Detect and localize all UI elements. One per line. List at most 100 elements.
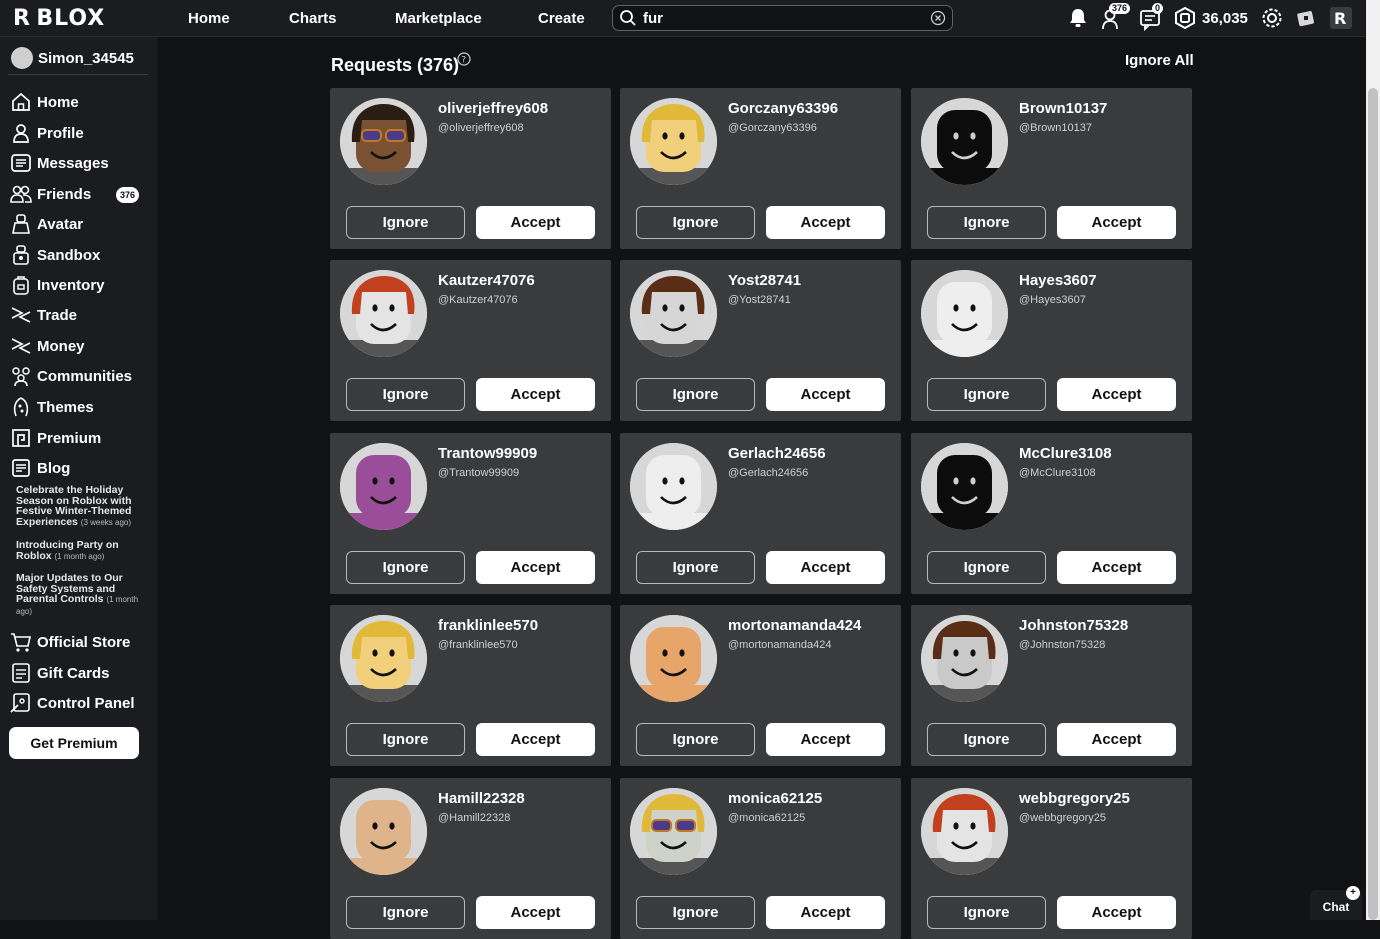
settings-gear-icon[interactable]: [1260, 6, 1284, 30]
sidebar-item-home[interactable]: Home: [10, 90, 79, 114]
ignore-button[interactable]: Ignore: [927, 723, 1046, 756]
accept-button[interactable]: Accept: [1057, 378, 1176, 411]
accept-button[interactable]: Accept: [476, 378, 595, 411]
avatar[interactable]: [630, 615, 717, 702]
page-scrollbar[interactable]: [1366, 0, 1380, 920]
sidebar-item-inventory[interactable]: Inventory: [10, 273, 105, 297]
accept-button[interactable]: Accept: [766, 723, 885, 756]
clear-search-icon[interactable]: [930, 10, 946, 26]
ignore-button[interactable]: Ignore: [346, 206, 465, 239]
request-display-name[interactable]: McClure3108: [1019, 445, 1112, 462]
avatar[interactable]: [921, 788, 1008, 875]
ignore-button[interactable]: Ignore: [927, 896, 1046, 929]
sidebar-item-profile[interactable]: Profile: [10, 121, 84, 145]
ignore-button[interactable]: Ignore: [346, 378, 465, 411]
blog-post-link[interactable]: Celebrate the Holiday Season on Roblox w…: [16, 485, 144, 528]
ignore-button[interactable]: Ignore: [636, 378, 755, 411]
avatar[interactable]: [340, 98, 427, 185]
avatar[interactable]: [340, 788, 427, 875]
ignore-button[interactable]: Ignore: [636, 896, 755, 929]
request-display-name[interactable]: Hamill22328: [438, 790, 525, 807]
blog-post-link[interactable]: Introducing Party on Roblox (1 month ago…: [16, 540, 144, 562]
request-display-name[interactable]: Johnston75328: [1019, 617, 1128, 634]
sidebar-item-money[interactable]: Money: [10, 334, 85, 358]
accept-button[interactable]: Accept: [476, 723, 595, 756]
sidebar-item-blog[interactable]: Blog: [10, 456, 70, 480]
sidebar-item-sandbox[interactable]: Sandbox: [10, 243, 100, 267]
avatar[interactable]: [340, 443, 427, 530]
sidebar-item-official-store[interactable]: Official Store: [10, 630, 130, 654]
sidebar-item-messages[interactable]: Messages: [10, 151, 109, 175]
accept-button[interactable]: Accept: [766, 551, 885, 584]
sidebar-item-gift-cards[interactable]: Gift Cards: [10, 661, 110, 685]
ignore-button[interactable]: Ignore: [927, 551, 1046, 584]
request-display-name[interactable]: oliverjeffrey608: [438, 100, 548, 117]
nav-marketplace[interactable]: Marketplace: [395, 10, 482, 27]
ignore-button[interactable]: Ignore: [927, 378, 1046, 411]
sidebar-item-friends[interactable]: Friends: [10, 182, 91, 206]
avatar[interactable]: [630, 98, 717, 185]
ignore-button[interactable]: Ignore: [636, 551, 755, 584]
request-display-name[interactable]: Hayes3607: [1019, 272, 1097, 289]
roblox-studio-icon[interactable]: [1295, 7, 1317, 29]
accept-button[interactable]: Accept: [766, 206, 885, 239]
extension-icon[interactable]: R: [1329, 6, 1353, 30]
notifications-bell-icon[interactable]: [1067, 7, 1089, 29]
accept-button[interactable]: Accept: [766, 378, 885, 411]
avatar[interactable]: [630, 443, 717, 530]
avatar[interactable]: [921, 615, 1008, 702]
robux-balance[interactable]: 36,035: [1202, 10, 1248, 27]
help-icon[interactable]: ?: [457, 52, 471, 66]
nav-create[interactable]: Create: [538, 10, 585, 27]
get-premium-button[interactable]: Get Premium: [9, 727, 139, 759]
request-display-name[interactable]: Yost28741: [728, 272, 801, 289]
accept-button[interactable]: Accept: [766, 896, 885, 929]
sidebar-item-themes[interactable]: Themes: [10, 395, 94, 419]
nav-home[interactable]: Home: [188, 10, 230, 27]
sidebar-item-control-panel[interactable]: Control Panel: [10, 691, 135, 715]
request-display-name[interactable]: Brown10137: [1019, 100, 1107, 117]
request-display-name[interactable]: Gerlach24656: [728, 445, 826, 462]
accept-button[interactable]: Accept: [476, 551, 595, 584]
request-display-name[interactable]: Gorczany63396: [728, 100, 838, 117]
sidebar-item-avatar[interactable]: Avatar: [10, 212, 83, 236]
ignore-button[interactable]: Ignore: [346, 551, 465, 584]
sidebar-item-premium[interactable]: Premium: [10, 426, 101, 450]
accept-button[interactable]: Accept: [476, 896, 595, 929]
roblox-logo[interactable]: R BLOX: [13, 6, 105, 31]
avatar[interactable]: [921, 98, 1008, 185]
ignore-button[interactable]: Ignore: [636, 206, 755, 239]
scrollbar-thumb[interactable]: [1368, 88, 1378, 920]
request-display-name[interactable]: mortonamanda424: [728, 617, 861, 634]
request-display-name[interactable]: webbgregory25: [1019, 790, 1130, 807]
ignore-button[interactable]: Ignore: [346, 723, 465, 756]
accept-button[interactable]: Accept: [1057, 896, 1176, 929]
user-profile-link[interactable]: Simon_34545: [11, 47, 134, 69]
chat-plus-icon[interactable]: +: [1346, 886, 1360, 900]
request-display-name[interactable]: Kautzer47076: [438, 272, 535, 289]
blog-post-link[interactable]: Major Updates to Our Safety Systems and …: [16, 573, 144, 617]
search-input[interactable]: fur: [612, 5, 953, 31]
avatar[interactable]: [921, 443, 1008, 530]
sidebar-item-communities[interactable]: Communities: [10, 364, 132, 388]
avatar[interactable]: [630, 788, 717, 875]
ignore-all-button[interactable]: Ignore All: [1125, 52, 1194, 69]
request-username: @McClure3108: [1019, 467, 1096, 479]
avatar[interactable]: [340, 615, 427, 702]
avatar[interactable]: [921, 270, 1008, 357]
request-display-name[interactable]: monica62125: [728, 790, 822, 807]
robux-icon[interactable]: [1173, 6, 1197, 30]
ignore-button[interactable]: Ignore: [927, 206, 1046, 239]
accept-button[interactable]: Accept: [1057, 206, 1176, 239]
accept-button[interactable]: Accept: [476, 206, 595, 239]
accept-button[interactable]: Accept: [1057, 551, 1176, 584]
ignore-button[interactable]: Ignore: [346, 896, 465, 929]
nav-charts[interactable]: Charts: [289, 10, 337, 27]
sidebar-item-trade[interactable]: Trade: [10, 303, 77, 327]
ignore-button[interactable]: Ignore: [636, 723, 755, 756]
request-display-name[interactable]: franklinlee570: [438, 617, 538, 634]
request-display-name[interactable]: Trantow99909: [438, 445, 537, 462]
avatar[interactable]: [340, 270, 427, 357]
avatar[interactable]: [630, 270, 717, 357]
accept-button[interactable]: Accept: [1057, 723, 1176, 756]
